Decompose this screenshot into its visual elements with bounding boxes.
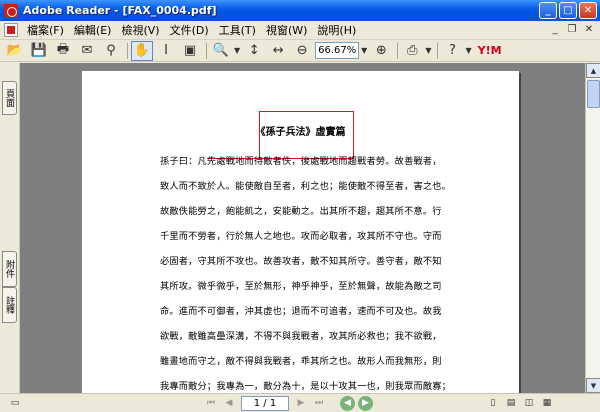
text-line: 故敵佚能勞之，飽能飢之，安能動之。出其所不趨，趨其所不意。行 — [160, 206, 442, 217]
toolbar-separator — [127, 42, 128, 59]
doc-minimize-button[interactable]: _ — [548, 23, 562, 36]
close-button[interactable]: ✕ — [579, 2, 597, 19]
chevron-down-icon[interactable]: ▼ — [465, 46, 471, 55]
zoom-dropdown-icon[interactable]: ▼ — [361, 46, 367, 55]
document-title: 《孫子兵法》虛實篇 — [255, 127, 346, 138]
window-title: Adobe Reader - [FAX_0004.pdf] — [23, 4, 217, 17]
menu-window[interactable]: 視窗(W) — [261, 22, 312, 38]
window-controls: _ □ ✕ — [539, 2, 597, 19]
maximize-button[interactable]: □ — [559, 2, 577, 19]
minimize-button[interactable]: _ — [539, 2, 557, 19]
menu-edit[interactable]: 編輯(E) — [69, 22, 117, 38]
yahoo-messenger-icon[interactable]: Y!M — [478, 44, 502, 57]
document-icon[interactable] — [4, 23, 18, 37]
menu-view[interactable]: 檢視(V) — [116, 22, 164, 38]
zoom-in-icon[interactable]: ⊕ — [370, 41, 392, 61]
text-line: 其所攻。微乎微乎，至於無形，神乎神乎，至於無聲，故能為敵之司 — [160, 281, 442, 292]
snapshot-icon[interactable]: ▣ — [179, 41, 201, 61]
title-bar[interactable]: Adobe Reader - [FAX_0004.pdf] _ □ ✕ — [0, 0, 600, 21]
vertical-scrollbar[interactable]: ▲ ▼ — [585, 63, 600, 393]
email-icon[interactable]: ✉ — [76, 41, 98, 61]
chevron-down-icon[interactable]: ▼ — [425, 46, 431, 55]
tab-pages[interactable]: 頁面 — [2, 81, 17, 115]
chevron-down-icon[interactable]: ▼ — [234, 46, 240, 55]
document-view[interactable]: 《孫子兵法》虛實篇 孫子曰：凡先處戰地而待敵者佚，後處戰地而趨戰者勞。故善戰者，… — [20, 63, 585, 393]
print-icon[interactable]: 🖶 — [52, 41, 74, 61]
zoom-in-tool-icon[interactable]: 🔍 — [210, 41, 232, 61]
toolbar-separator — [397, 42, 399, 59]
continuous-icon[interactable]: ▤ — [502, 395, 520, 411]
next-view-icon[interactable]: ▶ — [358, 395, 373, 411]
text-line: 致人而不致於人。能使敵自至者，利之也；能使敵不得至者，害之也。 — [160, 181, 452, 192]
text-line: 千里而不勞者，行於無人之地也。攻而必取者，攻其所不守也。守而 — [160, 231, 442, 242]
search-binoculars-icon[interactable]: ⚲ — [100, 41, 122, 61]
hand-tool-icon[interactable]: ✋ — [131, 40, 153, 61]
continuous-facing-icon[interactable]: ▦ — [538, 395, 556, 411]
toolbar-separator — [437, 42, 439, 59]
previous-page-icon[interactable]: ◀ — [220, 395, 238, 411]
fit-width-icon[interactable]: ↔ — [267, 41, 289, 61]
navigation-pane: 頁面 附件 註釋 — [0, 63, 20, 393]
toolbar: 📂 💾 🖶 ✉ ⚲ ✋ I ▣ 🔍 ▼ ↕ ↔ ⊖ 66.67% ▼ ⊕ ⎙ ▼… — [0, 40, 600, 62]
fit-page-icon[interactable]: ↕ — [243, 41, 265, 61]
first-page-icon[interactable]: ⏮ — [202, 395, 220, 411]
zoom-input[interactable]: 66.67% — [315, 42, 360, 59]
page-thumbnail-icon[interactable]: ▭ — [6, 395, 24, 411]
scroll-down-icon[interactable]: ▼ — [586, 378, 600, 393]
tab-attachments[interactable]: 附件 — [2, 251, 17, 287]
menu-bar: 檔案(F) 編輯(E) 檢視(V) 文件(D) 工具(T) 視窗(W) 說明(H… — [0, 21, 600, 40]
text-line: 命。進而不可御者，沖其虛也；退而不可追者，速而不可及也。故我 — [160, 306, 442, 317]
menu-file[interactable]: 檔案(F) — [22, 22, 69, 38]
menu-document[interactable]: 文件(D) — [165, 22, 214, 38]
doc-restore-button[interactable]: ❐ — [565, 23, 579, 36]
rotate-page-icon[interactable]: ⎙ — [401, 41, 423, 61]
zoom-out-icon[interactable]: ⊖ — [291, 41, 313, 61]
scroll-thumb[interactable] — [587, 80, 600, 108]
text-line: 欲戰，敵雖高壘深溝，不得不與我戰者，攻其所必救也；我不欲戰， — [160, 331, 442, 342]
page-number-input[interactable]: 1 / 1 — [241, 395, 289, 411]
next-page-icon[interactable]: ▶ — [292, 395, 310, 411]
menu-tools[interactable]: 工具(T) — [214, 22, 261, 38]
help-icon[interactable]: ? — [441, 41, 463, 61]
open-icon[interactable]: 📂 — [4, 41, 26, 61]
menu-help[interactable]: 說明(H) — [312, 22, 361, 38]
adobe-reader-window: Adobe Reader - [FAX_0004.pdf] _ □ ✕ 檔案(F… — [0, 0, 600, 412]
doc-close-button[interactable]: ✕ — [582, 23, 596, 36]
facing-icon[interactable]: ◫ — [520, 395, 538, 411]
text-line: 雖畫地而守之，敵不得與我戰者，乖其所之也。故形人而我無形，則 — [160, 356, 442, 367]
text-line: 我專而敵分；我專為一，敵分為十，是以十攻其一也，則我眾而敵寡； — [160, 381, 452, 392]
last-page-icon[interactable]: ⏭ — [310, 395, 328, 411]
document-window-controls: _ ❐ ✕ — [548, 23, 596, 36]
text-line: 孫子曰：凡先處戰地而待敵者佚，後處戰地而趨戰者勞。故善戰者， — [160, 156, 442, 167]
single-page-icon[interactable]: ▯ — [484, 395, 502, 411]
status-bar: ▭ ⏮ ◀ 1 / 1 ▶ ⏭ ◀ ▶ ▯ ▤ ◫ ▦ — [0, 393, 600, 412]
scroll-up-icon[interactable]: ▲ — [586, 63, 600, 78]
pdf-page: 《孫子兵法》虛實篇 孫子曰：凡先處戰地而待敵者佚，後處戰地而趨戰者勞。故善戰者，… — [82, 71, 519, 393]
text-line: 必固者，守其所不攻也。故善攻者，敵不知其所守。善守者，敵不知 — [160, 256, 442, 267]
select-text-icon[interactable]: I — [155, 41, 177, 61]
previous-view-icon[interactable]: ◀ — [340, 395, 355, 411]
adobe-reader-icon — [4, 3, 18, 18]
toolbar-separator — [206, 42, 207, 59]
tab-comments[interactable]: 註釋 — [2, 287, 17, 323]
save-icon[interactable]: 💾 — [28, 41, 50, 61]
